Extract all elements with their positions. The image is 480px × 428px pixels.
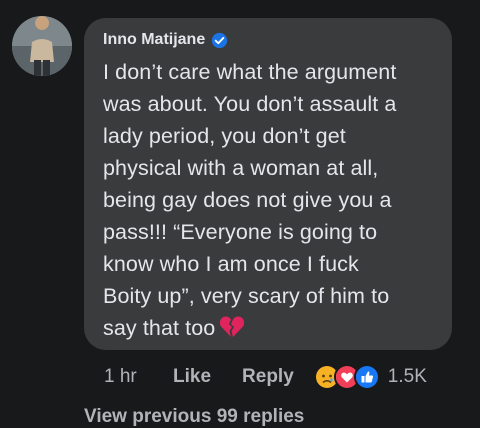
comment-actions: 1 hr Like Reply 1.5K: [104, 364, 452, 390]
like-button[interactable]: Like: [173, 366, 211, 388]
view-previous-replies-link[interactable]: View previous 99 replies: [84, 406, 304, 428]
comment-bubble: Inno Matijane I don’t care what the argu…: [84, 18, 452, 350]
reaction-count: 1.5K: [387, 366, 427, 387]
reactions-summary[interactable]: [313, 364, 380, 390]
broken-heart-icon: [219, 315, 245, 348]
avatar[interactable]: [12, 16, 72, 76]
thumbs-up-icon: [353, 364, 380, 390]
avatar-photo: [12, 16, 72, 76]
author-name[interactable]: Inno Matijane: [103, 31, 205, 49]
timestamp[interactable]: 1 hr: [104, 366, 148, 388]
reply-button[interactable]: Reply: [242, 366, 294, 388]
verified-badge-icon: [211, 32, 228, 49]
comment-text: I don’t care what the argument was about…: [103, 60, 397, 340]
comment-body: I don’t care what the argument was about…: [103, 56, 438, 348]
